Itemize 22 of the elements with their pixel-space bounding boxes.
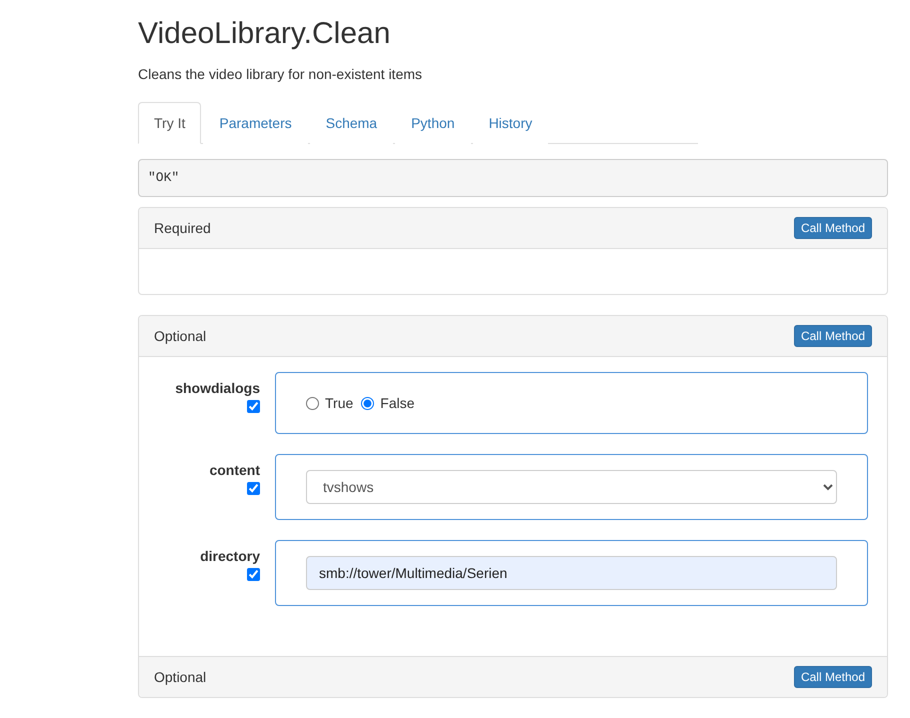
call-method-button[interactable]: Call Method <box>794 217 872 239</box>
panel-title: Optional <box>154 669 206 685</box>
page-description: Cleans the video library for non-existent items <box>138 65 424 84</box>
directory-field[interactable]: smb://tower/Multimedia/Serien <box>306 556 837 590</box>
parameter-name: showdialogs <box>175 380 260 396</box>
radio-label: False <box>380 395 415 411</box>
radio-label: True <box>325 395 354 411</box>
parameter-checkbox[interactable] <box>247 400 260 413</box>
parameter-name: directory <box>200 548 260 564</box>
tab[interactable]: Try It <box>138 102 202 144</box>
radio-button[interactable] <box>361 396 374 410</box>
panel-title: Optional <box>154 328 206 344</box>
parameter-checkbox[interactable] <box>247 568 260 581</box>
parameter-checkbox[interactable] <box>247 482 260 495</box>
parameter-name: content <box>209 462 260 478</box>
panel-title: Required <box>154 220 211 236</box>
page-title: VideoLibrary.Clean <box>138 16 392 52</box>
radio-button[interactable] <box>306 396 319 410</box>
content-select[interactable]: tvshows <box>306 470 837 504</box>
call-method-button[interactable]: Call Method <box>794 666 872 688</box>
call-method-button[interactable]: Call Method <box>794 325 872 347</box>
result-output: "OK" <box>138 159 888 197</box>
